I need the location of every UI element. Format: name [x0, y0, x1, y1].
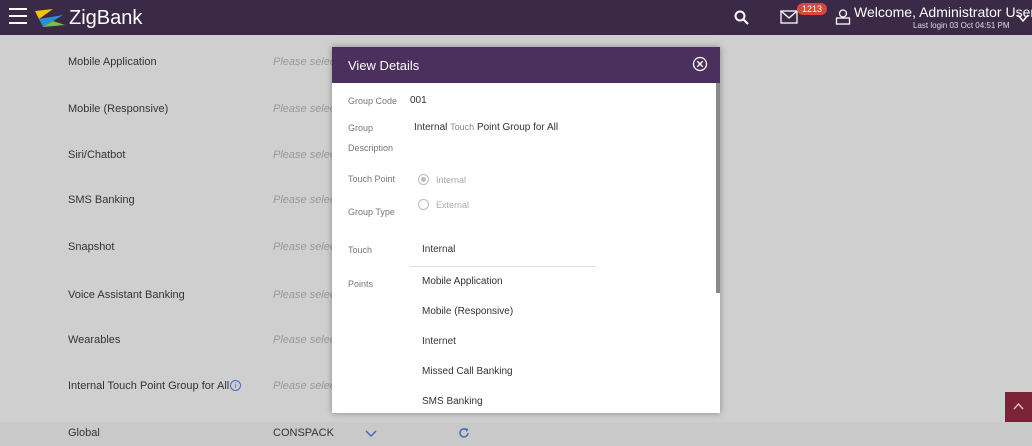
last-login-text: Last login 03 Oct 04:51 PM [913, 21, 1010, 30]
list-item: Global CONSPACK [0, 422, 1032, 446]
row-select[interactable]: Please select [273, 194, 333, 206]
modal-title: View Details [348, 58, 420, 73]
radio-external[interactable] [418, 199, 429, 210]
row-label: Global [68, 427, 100, 439]
row-select[interactable]: Please select [273, 103, 333, 115]
close-icon[interactable] [692, 56, 708, 72]
list-item: Missed Call Banking [422, 366, 513, 377]
info-icon[interactable]: i [230, 380, 242, 391]
brand-logo[interactable]: ZigBank [33, 4, 142, 32]
row-label: Mobile Application [68, 56, 157, 68]
row-label: Mobile (Responsive) [68, 103, 169, 115]
hamburger-icon[interactable] [9, 8, 27, 24]
welcome-text[interactable]: Welcome, Administrator User [854, 4, 1032, 20]
zigbank-logo-icon [35, 9, 65, 27]
row-label-text: Internal Touch Point Group for All [68, 380, 230, 392]
radio-internal-label: Internal [436, 175, 467, 185]
row-value: CONSPACK [273, 427, 334, 439]
list-item: Internet [422, 336, 456, 347]
group-description-label-line2: Description [348, 143, 394, 153]
scroll-top-button[interactable] [1005, 392, 1032, 422]
row-select[interactable]: Please select [273, 380, 333, 392]
row-select[interactable]: Please select [273, 241, 333, 253]
row-label: Wearables [68, 334, 121, 346]
brand-name: ZigBank [69, 6, 143, 29]
row-label: Internal Touch Point Group for All i [68, 380, 242, 392]
radio-external-label: External [436, 200, 470, 210]
view-details-modal: View Details Group Code 001 Group Descri… [332, 47, 720, 413]
radio-internal[interactable] [418, 174, 429, 185]
touch-point-group-type-label-line2: Group Type [348, 207, 395, 217]
list-item: SMS Banking [422, 396, 483, 407]
group-description-label: Group [348, 123, 374, 133]
chevron-down-icon[interactable] [365, 430, 377, 438]
search-icon[interactable] [734, 10, 750, 26]
row-select[interactable]: Please select [273, 334, 333, 346]
mail-icon[interactable] [780, 10, 798, 24]
row-label: Snapshot [68, 241, 115, 253]
touch-points-header: Internal [410, 241, 596, 267]
desc-part: Internal [414, 122, 448, 133]
user-icon[interactable] [835, 9, 851, 25]
chevron-down-icon[interactable] [1017, 13, 1029, 23]
touch-point-group-type-label: Touch Point [348, 174, 396, 184]
desc-part: Touch [450, 122, 475, 132]
touch-points-label-line2: Points [348, 279, 374, 289]
group-code-value: 001 [410, 95, 427, 106]
list-item: Mobile (Responsive) [422, 306, 514, 317]
refresh-icon[interactable] [458, 427, 470, 439]
touch-points-label: Touch [348, 245, 373, 255]
desc-part: Point Group for All [476, 122, 559, 133]
touch-points-list: Mobile Application Mobile (Responsive) I… [410, 273, 596, 423]
row-select[interactable]: Please select [273, 56, 333, 68]
top-header: ZigBank 1213 Welcome, Administrator User… [0, 0, 1032, 35]
chevron-up-icon [1013, 402, 1024, 410]
row-select[interactable]: Please select [273, 149, 333, 161]
group-code-label: Group Code [348, 96, 398, 106]
row-select[interactable]: Please select [273, 289, 333, 301]
row-label: SMS Banking [68, 194, 135, 206]
group-description-value: Internal Touch Point Group for All [414, 122, 558, 133]
row-label: Siri/Chatbot [68, 149, 126, 161]
modal-scrollbar[interactable] [716, 83, 720, 293]
list-item: Mobile Application [422, 276, 503, 287]
touch-points-header-text: Internal [422, 244, 456, 255]
row-label: Voice Assistant Banking [68, 289, 185, 301]
mail-count-badge: 1213 [797, 3, 828, 15]
modal-header: View Details [332, 47, 720, 83]
